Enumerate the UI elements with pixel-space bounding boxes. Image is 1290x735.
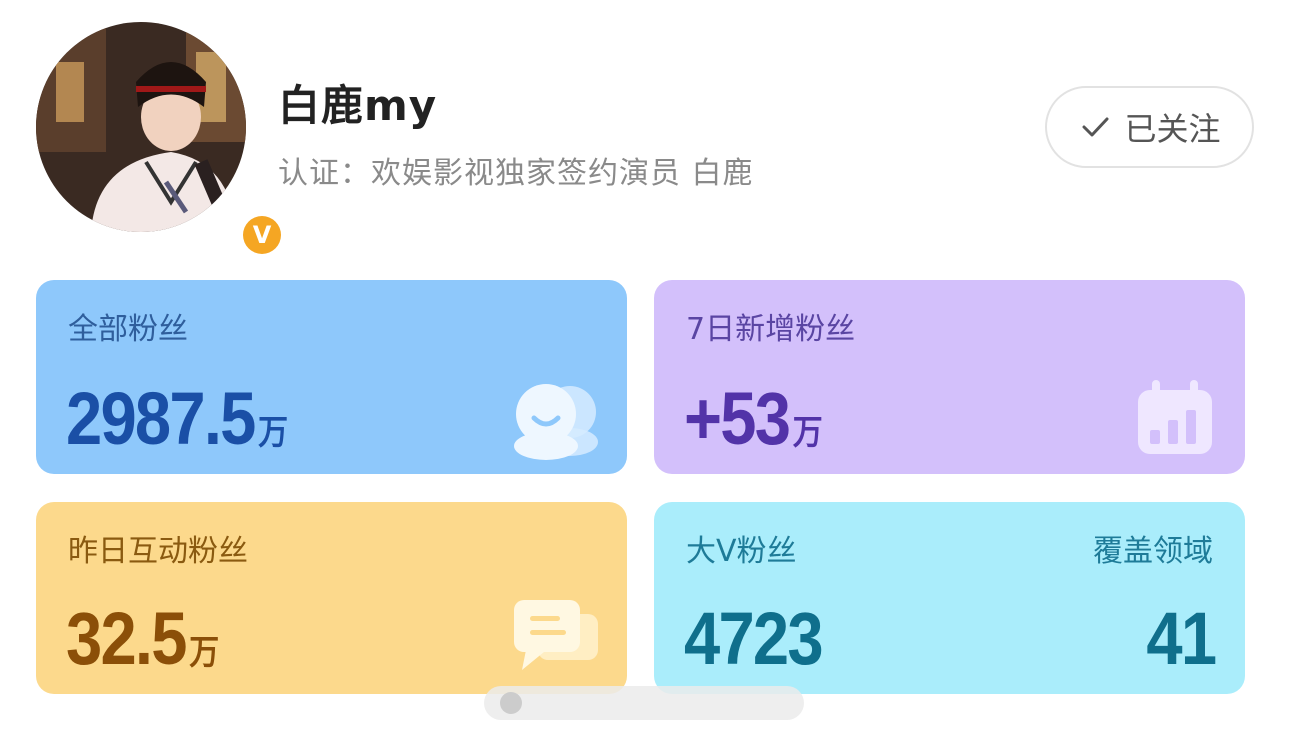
card-new-fans-7d[interactable]: 7日新增粉丝 +53 万: [654, 280, 1245, 474]
profile-name: 白鹿my: [278, 81, 438, 130]
people-icon: [514, 384, 598, 460]
total-fans-value: 2987.5: [66, 377, 256, 460]
coverage-label: 覆盖领域: [1093, 534, 1213, 569]
interactive-fans-unit: 万: [189, 634, 220, 672]
card-interactive-fans[interactable]: 昨日互动粉丝 32.5 万: [36, 502, 627, 694]
followed-button[interactable]: 已关注: [1045, 86, 1254, 168]
new-fans-label: 7日新增粉丝: [686, 312, 856, 347]
verified-v-icon: V: [243, 216, 281, 254]
watermark: [484, 686, 804, 720]
new-fans-unit: 万: [792, 414, 823, 452]
total-fans-unit: 万: [258, 414, 289, 452]
new-fans-value: +53: [684, 377, 791, 460]
card-total-fans[interactable]: 全部粉丝 2987.5 万: [36, 280, 627, 474]
interactive-fans-value: 32.5: [66, 597, 187, 680]
big-v-fans-label: 大V粉丝: [686, 534, 797, 569]
interactive-fans-value-row: 32.5 万: [66, 602, 219, 676]
chat-bubble-icon: [514, 600, 598, 670]
calendar-chart-icon: [1138, 380, 1212, 454]
big-v-fans-value: 4723: [684, 597, 824, 680]
followed-label: 已关注: [1124, 110, 1221, 148]
total-fans-label: 全部粉丝: [68, 312, 188, 347]
new-fans-value-row: +53 万: [684, 382, 823, 456]
card-big-v-fans[interactable]: 大V粉丝 覆盖领域 4723 41: [654, 502, 1245, 694]
avatar-image: [36, 22, 246, 232]
verified-badge: V: [239, 212, 285, 258]
checkmark-icon: [1082, 117, 1109, 137]
avatar[interactable]: [36, 22, 246, 232]
coverage-value: 41: [1146, 597, 1217, 680]
watermark-logo-icon: [500, 692, 522, 714]
interactive-fans-label: 昨日互动粉丝: [68, 534, 248, 569]
avatar-container[interactable]: V: [36, 22, 285, 258]
verification-text: 认证：欢娱影视独家签约演员 白鹿: [278, 156, 754, 191]
total-fans-value-row: 2987.5 万: [66, 382, 288, 456]
